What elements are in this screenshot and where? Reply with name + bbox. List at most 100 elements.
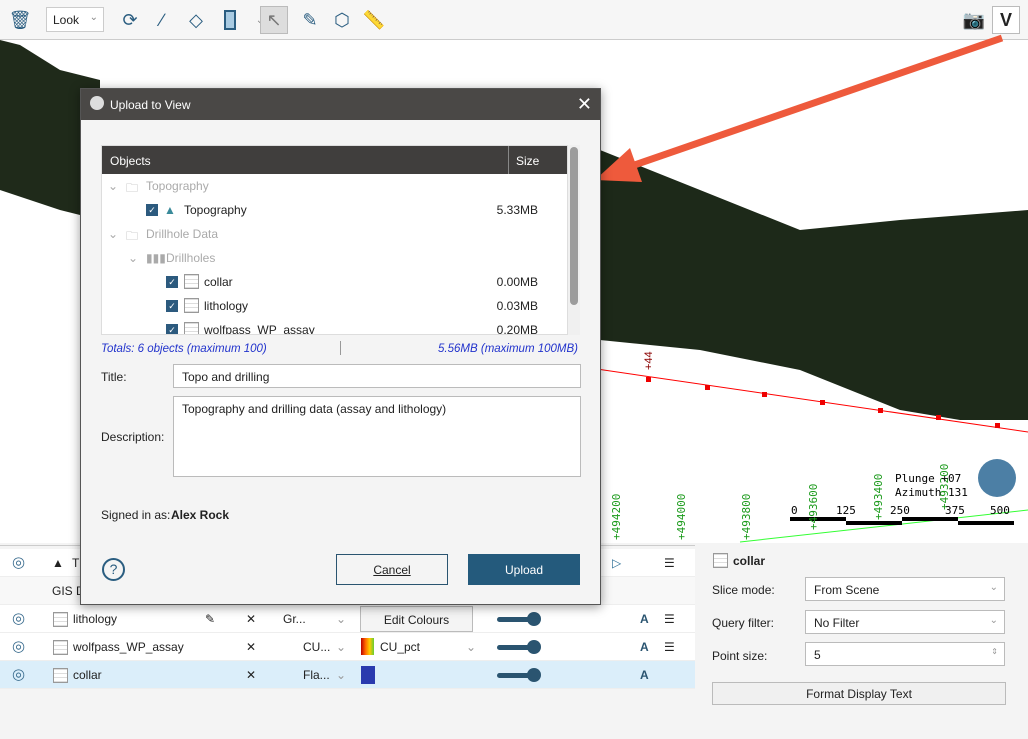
scrollbar-thumb[interactable] [570,147,578,305]
query-filter-value: No Filter [814,616,860,630]
pencil-icon[interactable]: ✎ [205,612,215,626]
chevron-down-icon: ⌄ [336,612,347,626]
query-filter-label: Query filter: [712,616,775,630]
close-icon[interactable]: ✕ [246,612,256,626]
chevron-down-icon: ⌄ [89,12,98,23]
tree-folder[interactable]: ⌄ ▮▮▮ Drillholes [102,246,552,270]
text-label-icon[interactable]: A [640,640,649,654]
edit-colours-button[interactable]: Edit Colours [360,606,473,632]
row-label: Topography [184,203,247,217]
style-select[interactable]: CU... [303,640,330,654]
chevron-down-icon[interactable]: ⌄ [466,640,476,654]
draw-line-icon[interactable]: ∕ [148,6,176,34]
colourmap-swatch[interactable] [361,638,374,655]
chevron-down-icon: ⌄ [336,640,347,654]
eye-icon[interactable]: ◎ [12,665,25,683]
upload-button[interactable]: Upload [468,554,580,585]
play-icon[interactable]: ▷ [612,556,621,570]
eye-icon[interactable]: ◎ [12,637,25,655]
tree-item[interactable]: ✓ lithology 0.03MB [102,294,552,318]
opacity-slider[interactable] [497,668,541,682]
row-size: 0.00MB [496,275,538,289]
green-label: +493600 [807,484,820,530]
cancel-button[interactable]: Cancel [336,554,448,585]
opacity-slider[interactable] [497,612,541,626]
expand-chevron-icon[interactable]: ⌄ [108,179,118,193]
table-icon [713,553,728,568]
drillholes-icon: ▮▮▮ [146,251,166,265]
checkbox[interactable]: ✓ [166,276,178,288]
expand-chevron-icon[interactable]: ⌄ [128,251,138,265]
row-label: Topography [146,179,209,193]
style-select[interactable]: Fla... [303,668,330,682]
text-label-icon[interactable]: A [640,612,649,626]
tree-item[interactable]: ✓ ▲ Topography 5.33MB [102,198,552,222]
description-textarea[interactable]: Topography and drilling data (assay and … [173,396,581,477]
help-icon[interactable]: ? [102,558,125,581]
rotate-icon[interactable]: ⟳ [116,6,144,34]
layer-row[interactable]: ◎ lithology ✎ ✕ Gr... ⌄ Edit Colours A ☰ [0,605,695,633]
tree-item[interactable]: ✓ wolfpass_WP_assay 0.20MB [102,318,552,335]
eye-icon[interactable]: ◎ [12,553,25,571]
legend-icon[interactable]: ☰ [664,640,675,654]
slice-mode-select[interactable]: From Scene ⌄ [805,577,1005,601]
colour-swatch[interactable] [361,666,375,684]
opacity-slider[interactable] [497,640,541,654]
point-size-value: 5 [814,648,821,662]
scale-bar [846,521,902,525]
close-icon[interactable]: ✕ [246,640,256,654]
totals-objects: Totals: 6 objects (maximum 100) [101,343,267,355]
layer-row[interactable]: ◎ wolfpass_WP_assay ✕ CU... ⌄ CU_pct ⌄ A ☰ [0,633,695,661]
pen-icon[interactable]: ✎ [296,6,324,34]
close-icon[interactable]: ✕ [246,668,256,682]
eye-icon[interactable]: ◎ [12,609,25,627]
ruler-icon[interactable]: 📏 [360,6,388,34]
text-label-icon[interactable]: A [640,668,649,682]
row-size: 0.20MB [496,323,538,335]
view-mode-select[interactable]: Look ⌄ [46,7,104,32]
tree-folder[interactable]: ⌄ 🗀 Topography [102,174,552,198]
colourmap-name[interactable]: CU_pct [380,640,420,654]
folder-icon: 🗀 [126,181,139,195]
tree-folder[interactable]: ⌄ 🗀 Drillhole Data [102,222,552,246]
objects-tree: Objects Size ⌄ 🗀 Topography ✓ ▲ Topography 5.3… [101,145,568,335]
table-icon [184,322,199,334]
polyline-edit-icon[interactable]: ⬡ [328,6,356,34]
checkbox[interactable]: ✓ [166,300,178,312]
green-label: +493400 [872,474,885,520]
signed-in-user: Alex Rock [171,508,230,522]
format-display-text-button[interactable]: Format Display Text [712,682,1006,705]
app-icon [90,96,104,110]
totals-size: 5.56MB (maximum 100MB) [438,343,578,355]
point-size-stepper[interactable]: 5 ⇕ [805,642,1005,666]
layer-row-selected[interactable]: ◎ collar ✕ Fla... ⌄ A [0,661,695,689]
scale-bar [958,521,1014,525]
chevron-down-icon: ⌄ [989,582,998,593]
legend-icon[interactable]: ☰ [664,556,675,570]
dialog-title: Upload to View [110,98,191,112]
title-input[interactable]: Topo and drilling [173,364,581,388]
slice-icon[interactable] [216,6,244,34]
checkbox[interactable]: ✓ [146,204,158,216]
scale-label: 500 [990,504,1010,517]
layer-name: wolfpass_WP_assay [73,640,184,654]
point-size-label: Point size: [712,649,768,663]
polygon-icon[interactable]: ◇ [182,6,210,34]
compass-globe-icon [978,459,1016,497]
close-icon[interactable]: ✕ [577,94,592,115]
delete-view-icon[interactable]: 🗑 [6,6,34,34]
select-arrow-icon[interactable]: ↖ [260,6,288,34]
checkbox[interactable]: ✓ [166,324,178,334]
table-icon [184,298,199,313]
row-label: wolfpass_WP_assay [204,323,315,335]
tree-item[interactable]: ✓ collar 0.00MB [102,270,552,294]
view-mode-value: Look [53,13,80,27]
style-select[interactable]: Gr... [283,612,306,626]
spinner-icon[interactable]: ⇕ [991,647,998,656]
red-label: +44 [643,351,655,370]
expand-chevron-icon[interactable]: ⌄ [108,227,118,241]
legend-icon[interactable]: ☰ [664,612,675,626]
title-label: Title: [101,370,127,384]
tree-scrollbar[interactable] [568,145,580,335]
query-filter-select[interactable]: No Filter ⌄ [805,610,1005,634]
